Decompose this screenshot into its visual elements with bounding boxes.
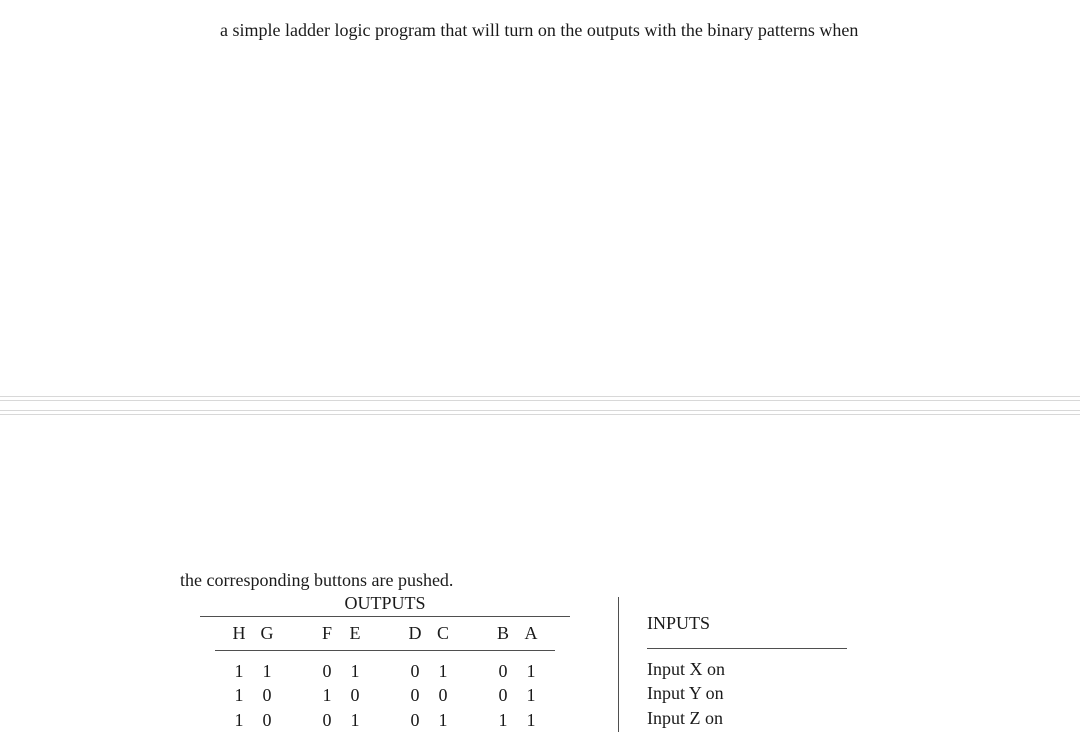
intro-text: a simple ladder logic program that will … [220, 20, 980, 41]
outputs-title: OUTPUTS [180, 593, 590, 616]
cell: 1 [436, 708, 450, 732]
cell: 0 [408, 683, 422, 707]
cell: 0 [320, 659, 334, 683]
section-divider-1 [0, 396, 1080, 406]
cell: 0 [496, 659, 510, 683]
input-label: Input X on [647, 657, 867, 681]
col-header: C [436, 623, 450, 644]
cell: 0 [348, 683, 362, 707]
cell: 1 [348, 708, 362, 732]
cell: 1 [524, 659, 538, 683]
cell: 0 [496, 683, 510, 707]
continuation-text: the corresponding buttons are pushed. [180, 570, 900, 591]
tables-row: OUTPUTS H G F E D C [180, 593, 900, 732]
outputs-data: 1 1 0 1 0 1 0 1 [180, 651, 590, 732]
cell: 0 [436, 683, 450, 707]
cell: 1 [320, 683, 334, 707]
inputs-body: Input X on Input Y on Input Z on [647, 649, 867, 730]
section-divider-2 [0, 410, 1080, 420]
cell: 1 [232, 683, 246, 707]
cell: 1 [232, 708, 246, 732]
cell: 1 [348, 659, 362, 683]
input-label: Input Z on [647, 706, 867, 730]
inputs-table: INPUTS Input X on Input Y on Input Z on [647, 593, 867, 730]
col-header: G [260, 623, 274, 644]
table-row: 1 0 0 1 0 1 1 1 [180, 708, 590, 732]
col-header: A [524, 623, 538, 644]
vertical-separator [618, 597, 619, 732]
cell: 1 [436, 659, 450, 683]
cell: 1 [260, 659, 274, 683]
cell: 0 [408, 708, 422, 732]
cell: 1 [232, 659, 246, 683]
col-header: D [408, 623, 422, 644]
col-header: F [320, 623, 334, 644]
outputs-table: OUTPUTS H G F E D C [180, 593, 590, 732]
inputs-title: INPUTS [647, 599, 867, 648]
input-label: Input Y on [647, 681, 867, 705]
col-header: B [496, 623, 510, 644]
cell: 1 [524, 708, 538, 732]
table-row: 1 0 1 0 0 0 0 1 [180, 683, 590, 707]
cell: 0 [320, 708, 334, 732]
cell: 0 [408, 659, 422, 683]
cell: 1 [496, 708, 510, 732]
col-header: E [348, 623, 362, 644]
table-row: 1 1 0 1 0 1 0 1 [180, 659, 590, 683]
cell: 0 [260, 683, 274, 707]
cell: 1 [524, 683, 538, 707]
col-header: H [232, 623, 246, 644]
outputs-header-row: H G F E D C B A [180, 617, 590, 650]
cell: 0 [260, 708, 274, 732]
